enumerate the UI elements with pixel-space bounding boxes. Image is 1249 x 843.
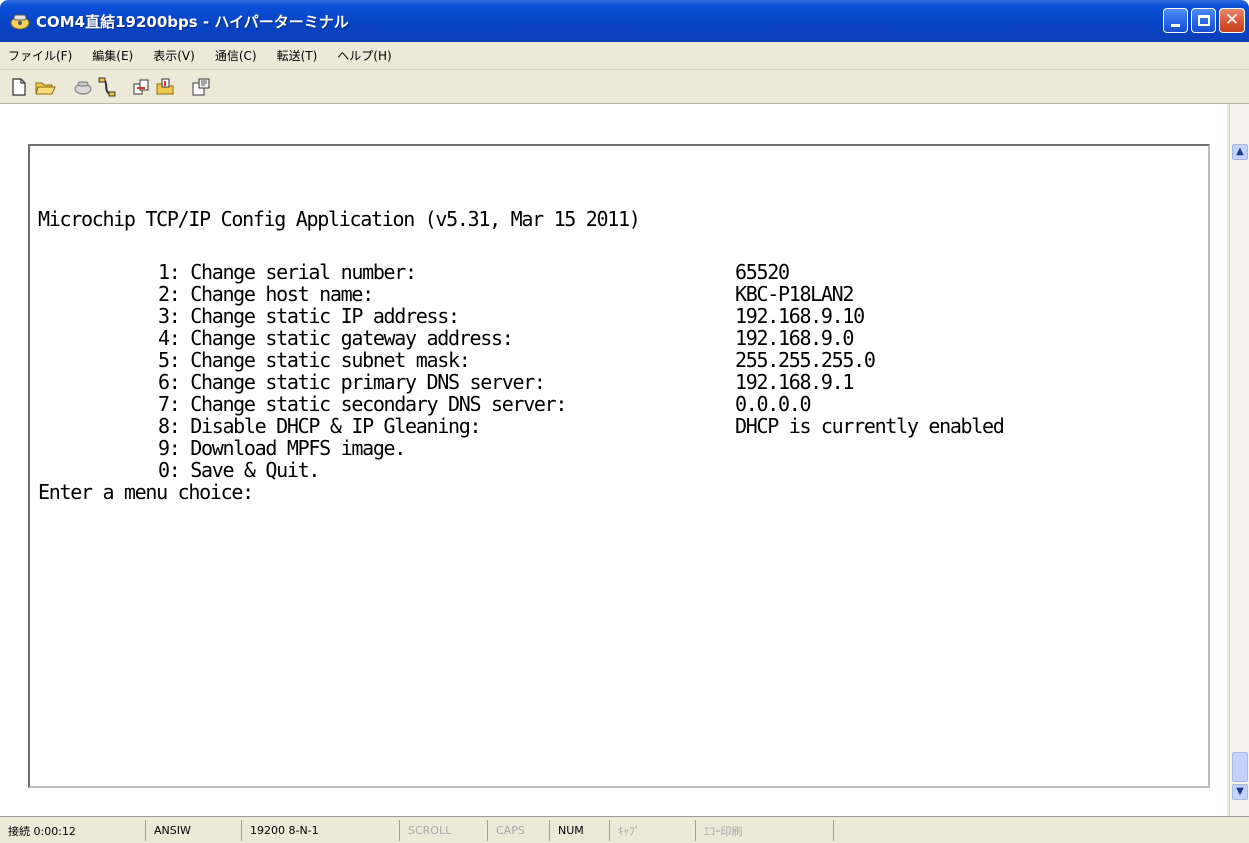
menu-call[interactable]: 通信(C) (215, 47, 257, 64)
menu-option: 3: Change static IP address: (158, 304, 460, 328)
menu-option: 9: Download MPFS image. (158, 436, 406, 460)
maximize-icon (1197, 15, 1210, 26)
menu-option-value: 192.168.9.0 (735, 326, 854, 350)
window-title: COM4直結19200bps - ハイパーターミナル (36, 13, 349, 31)
new-icon[interactable] (8, 76, 30, 98)
menu-edit[interactable]: 編集(E) (92, 47, 133, 64)
hyperterminal-phone-icon[interactable] (10, 12, 30, 30)
menu-option: 2: Change host name: (158, 282, 374, 306)
status-port-settings: 19200 8-N-1 (242, 820, 400, 841)
menu-option-value: 192.168.9.1 (735, 370, 854, 394)
menu-option: 8: Disable DHCP & IP Gleaning: (158, 414, 482, 438)
minimize-button[interactable] (1163, 8, 1188, 33)
open-icon[interactable] (34, 76, 56, 98)
scroll-thumb[interactable] (1232, 752, 1248, 782)
menu-view[interactable]: 表示(V) (153, 47, 195, 64)
chevron-down-icon: ▼ (1236, 786, 1244, 797)
chevron-up-icon: ▲ (1236, 146, 1244, 157)
status-capture: ｷｬﾌﾟ (610, 820, 696, 841)
toolbar (0, 70, 1249, 104)
terminal-header: Microchip TCP/IP Config Application (v5.… (38, 207, 641, 231)
scroll-down-button[interactable]: ▼ (1232, 784, 1248, 800)
close-button[interactable]: ✕ (1219, 8, 1245, 33)
minimize-icon (1171, 23, 1180, 27)
status-empty (834, 820, 1224, 841)
send-icon[interactable] (130, 76, 152, 98)
status-bar: 接続 0:00:12 ANSIW 19200 8-N-1 SCROLL CAPS… (0, 816, 1249, 843)
menu-option: 5: Change static subnet mask: (158, 348, 471, 372)
properties-icon[interactable] (190, 76, 212, 98)
menu-help[interactable]: ヘルプ(H) (337, 47, 391, 64)
terminal-prompt: Enter a menu choice: (38, 480, 254, 504)
menu-option: 6: Change static primary DNS server: (158, 370, 546, 394)
menu-option: 1: Change serial number: (158, 260, 417, 284)
menu-option-value: 0.0.0.0 (735, 392, 811, 416)
menu-file[interactable]: ファイル(F) (8, 47, 72, 64)
vertical-scrollbar[interactable]: ▲ ▼ (1229, 104, 1249, 816)
status-num: NUM (550, 820, 610, 841)
terminal-container: Microchip TCP/IP Config Application (v5.… (0, 104, 1249, 816)
menu-bar: ファイル(F) 編集(E) 表示(V) 通信(C) 転送(T) ヘルプ(H) (0, 42, 1249, 70)
menu-option-value: 65520 (735, 260, 790, 284)
menu-option: 0: Save & Quit. (158, 458, 320, 482)
menu-option: 7: Change static secondary DNS server: (158, 392, 567, 416)
menu-transfer[interactable]: 転送(T) (277, 47, 318, 64)
menu-option-value: 192.168.9.10 (735, 304, 865, 328)
receive-icon[interactable] (154, 76, 176, 98)
status-connected-time: 接続 0:00:12 (0, 820, 146, 841)
menu-option-value: 255.255.255.0 (735, 348, 876, 372)
connect-icon[interactable] (72, 76, 94, 98)
menu-option: 4: Change static gateway address: (158, 326, 514, 350)
menu-option-value: DHCP is currently enabled (735, 414, 1005, 438)
status-echo: ｴｺｰ印刷 (696, 820, 834, 841)
menu-option-value: KBC-P18LAN2 (735, 282, 854, 306)
status-scroll: SCROLL (400, 820, 488, 841)
title-bar[interactable]: COM4直結19200bps - ハイパーターミナル ✕ (0, 0, 1249, 42)
status-emulation: ANSIW (146, 820, 242, 841)
scroll-up-button[interactable]: ▲ (1232, 144, 1248, 160)
disconnect-icon[interactable] (96, 76, 118, 98)
close-icon: ✕ (1224, 10, 1240, 30)
status-caps: CAPS (488, 820, 550, 841)
maximize-button[interactable] (1191, 8, 1216, 33)
terminal-screen[interactable]: Microchip TCP/IP Config Application (v5.… (0, 104, 1227, 816)
